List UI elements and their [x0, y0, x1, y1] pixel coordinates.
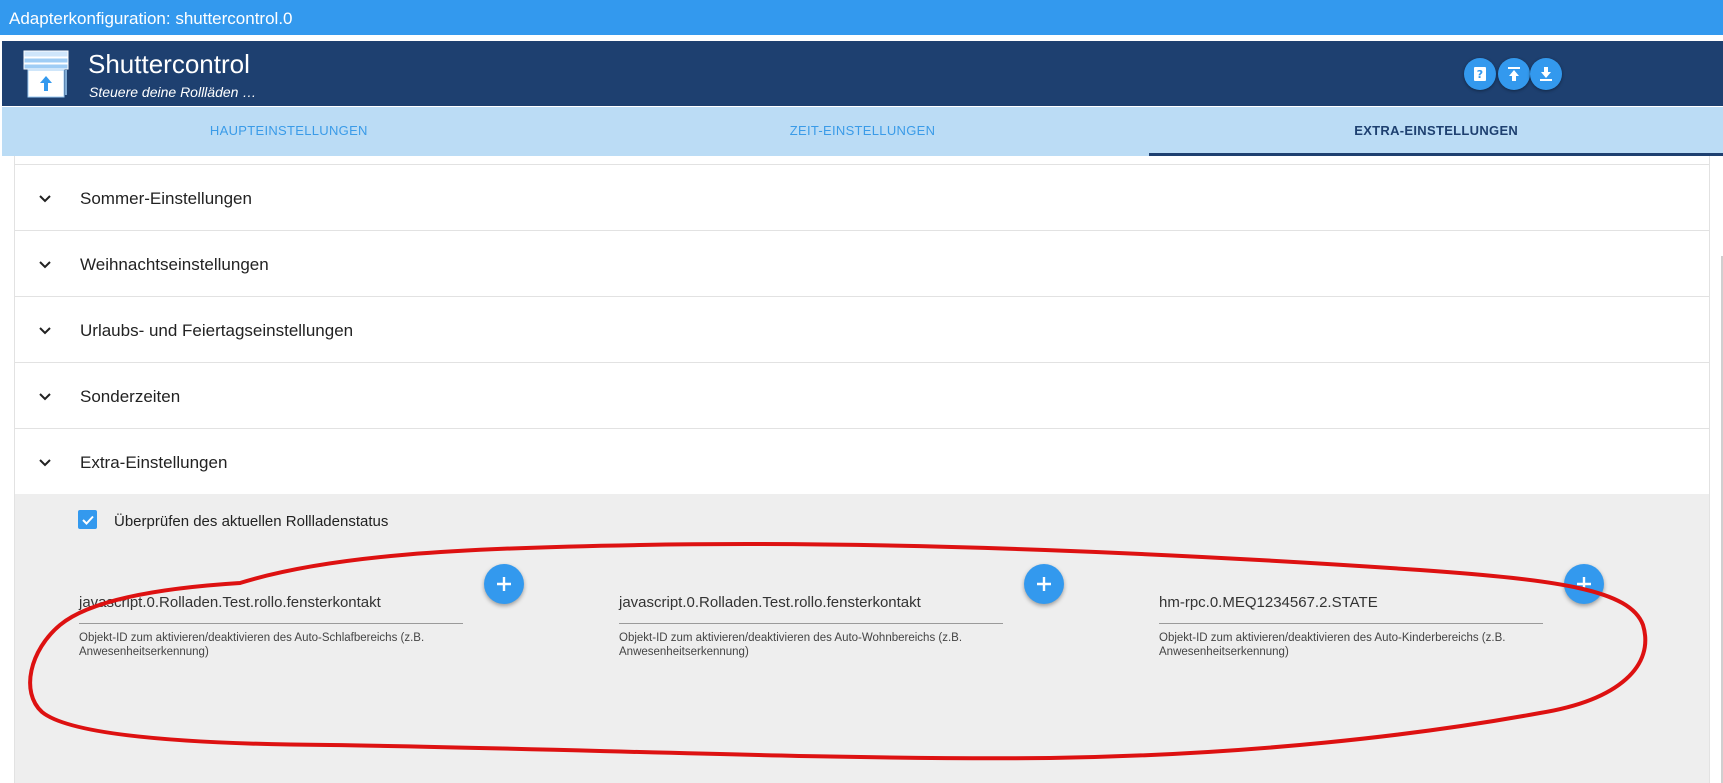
- upload-icon: [1508, 67, 1520, 81]
- app-title: Shuttercontrol: [88, 49, 250, 79]
- app-header: Shuttercontrol Steuere deine Rollläden ……: [2, 41, 1723, 106]
- object-id-input[interactable]: hm-rpc.0.MEQ1234567.2.STATE: [1159, 594, 1543, 624]
- app-subtitle: Steuere deine Rollläden …: [89, 84, 257, 100]
- accordion-sommer[interactable]: Sommer-Einstellungen: [15, 164, 1709, 236]
- accordion-sonderzeiten[interactable]: Sonderzeiten: [15, 362, 1709, 434]
- object-id-input[interactable]: javascript.0.Rolladen.Test.rollo.fenster…: [619, 594, 1003, 624]
- tab-zeit-einstellungen[interactable]: ZEIT-EINSTELLUNGEN: [576, 107, 1150, 156]
- help-button[interactable]: ?: [1464, 58, 1496, 90]
- download-icon: [1540, 67, 1552, 81]
- accordion-label: Sommer-Einstellungen: [80, 189, 252, 208]
- accordion-urlaub[interactable]: Urlaubs- und Feiertagseinstellungen: [15, 296, 1709, 368]
- accordion-extra[interactable]: Extra-Einstellungen: [15, 428, 1709, 500]
- field-helper-text: Objekt-ID zum aktivieren/deaktivieren de…: [1159, 632, 1506, 658]
- window-title: Adapterkonfiguration: shuttercontrol.0: [0, 0, 1723, 35]
- chevron-down-icon: [39, 261, 51, 269]
- plus-icon: [497, 577, 511, 591]
- accordion-label: Extra-Einstellungen: [80, 453, 228, 472]
- checkbox-label: Überprüfen des aktuellen Rollladenstatus: [114, 513, 389, 530]
- add-schlafbereich-button[interactable]: [484, 564, 524, 604]
- chevron-down-icon: [39, 327, 51, 335]
- add-kinderbereich-button[interactable]: [1564, 564, 1604, 604]
- chevron-down-icon: [39, 195, 51, 203]
- plus-icon: [1577, 577, 1591, 591]
- add-wohnbereich-button[interactable]: [1024, 564, 1064, 604]
- accordion-label: Weihnachtseinstellungen: [80, 255, 269, 274]
- download-button[interactable]: [1530, 58, 1562, 90]
- field-helper-text: Objekt-ID zum aktivieren/deaktivieren de…: [79, 632, 425, 658]
- chevron-down-icon: [39, 459, 51, 467]
- accordion-label: Urlaubs- und Feiertagseinstellungen: [80, 321, 354, 340]
- accordion-label: Sonderzeiten: [80, 387, 181, 406]
- check-rollladenstatus-checkbox[interactable]: [78, 510, 97, 529]
- tab-bar: HAUPTEINSTELLUNGEN ZEIT-EINSTELLUNGEN EX…: [2, 107, 1723, 156]
- settings-content: Sommer-Einstellungen Weihnachtseinstellu…: [0, 156, 1723, 783]
- object-id-input[interactable]: javascript.0.Rolladen.Test.rollo.fenster…: [79, 594, 463, 624]
- chevron-down-icon: [39, 393, 51, 401]
- accordion-weihnachten[interactable]: Weihnachtseinstellungen: [15, 230, 1709, 302]
- upload-button[interactable]: [1498, 58, 1530, 90]
- plus-icon: [1037, 577, 1051, 591]
- shutter-logo-icon: [23, 50, 69, 98]
- checkmark-icon: [81, 515, 94, 525]
- tab-haupteinstellungen[interactable]: HAUPTEINSTELLUNGEN: [2, 107, 576, 156]
- accordion-panel: Sommer-Einstellungen Weihnachtseinstellu…: [14, 156, 1710, 783]
- tab-extra-einstellungen[interactable]: EXTRA-EINSTELLUNGEN: [1149, 107, 1723, 156]
- svg-text:?: ?: [1477, 68, 1483, 81]
- field-helper-text: Objekt-ID zum aktivieren/deaktivieren de…: [619, 632, 963, 658]
- help-icon: ?: [1474, 67, 1486, 81]
